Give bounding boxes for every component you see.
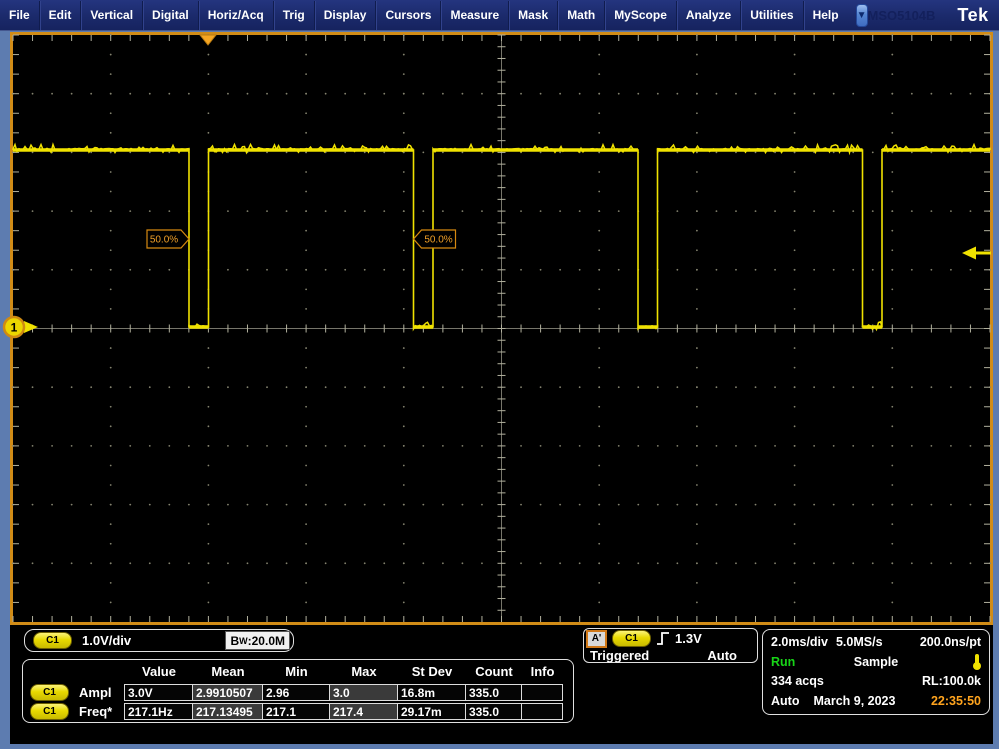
cell-value: 3.0V xyxy=(124,684,193,701)
tek-logo: Tek xyxy=(957,4,989,25)
measurement-header-row: Value Mean Min Max St Dev Count Info xyxy=(23,661,573,683)
col-header-info: Info xyxy=(530,664,555,679)
cell-stdev: 16.8m xyxy=(397,684,466,701)
col-header-max: Max xyxy=(351,664,377,679)
measurement-label: C1 Freq* xyxy=(23,703,125,720)
readout-panel: C1 1.0V/div B W:20.0M Value Mean Min Max … xyxy=(10,625,993,744)
menu-item-math[interactable]: Math xyxy=(557,0,604,30)
channel-badge: C1 xyxy=(612,630,651,647)
menu-item-utilities[interactable]: Utilities xyxy=(740,0,802,30)
channel-badge: C1 xyxy=(30,703,69,720)
cell-count: 335.0 xyxy=(465,684,522,701)
trigger-source-badge: A' xyxy=(586,629,607,648)
cell-mean: 217.13495 xyxy=(192,703,263,720)
menu-item-mask[interactable]: Mask xyxy=(508,0,557,30)
table-row: C1 Freq* 217.1Hz 217.13495 217.1 217.4 2… xyxy=(23,702,573,721)
cell-max: 3.0 xyxy=(329,684,398,701)
oscilloscope-window: File Edit Vertical Digital Horiz/Acq Tri… xyxy=(0,0,999,749)
ref-level-flag-left[interactable]: 50.0% xyxy=(146,229,190,249)
menu-item-help[interactable]: Help xyxy=(802,0,848,30)
acquisition-count-row: 334 acqs RL:100.0k xyxy=(771,673,981,689)
menu-item-edit[interactable]: Edit xyxy=(38,0,81,30)
svg-text:50.0%: 50.0% xyxy=(424,235,452,246)
menu-item-trig[interactable]: Trig xyxy=(272,0,314,30)
cell-value: 217.1Hz xyxy=(124,703,193,720)
col-header-stdev: St Dev xyxy=(411,664,453,679)
trigger-mode-auto: Auto xyxy=(771,693,800,708)
menu-item-measure[interactable]: Measure xyxy=(440,0,508,30)
menu-item-vertical[interactable]: Vertical xyxy=(80,0,142,30)
channel-readout[interactable]: C1 1.0V/div B W:20.0M xyxy=(24,629,294,652)
trigger-status-row: Triggered Auto xyxy=(586,647,757,663)
cell-mean: 2.9910507 xyxy=(192,684,263,701)
timebase: 2.0ms/div xyxy=(771,635,828,649)
channel-scale: 1.0V/div xyxy=(82,633,132,648)
time: 22:35:50 xyxy=(930,693,981,708)
acq-mode: Sample xyxy=(853,654,899,669)
col-header-count: Count xyxy=(475,664,513,679)
cell-info xyxy=(521,684,563,701)
menu-item-file[interactable]: File xyxy=(0,1,39,30)
thermometer-icon xyxy=(972,653,981,670)
date: March 9, 2023 xyxy=(813,693,896,708)
cell-min: 217.1 xyxy=(262,703,330,720)
resolution: 200.0ns/pt xyxy=(919,635,981,649)
trigger-position-marker[interactable] xyxy=(198,34,218,46)
measurement-label: C1 Ampl xyxy=(23,684,125,701)
sample-rate: 5.0MS/s xyxy=(835,635,883,649)
menu-item-digital[interactable]: Digital xyxy=(142,0,198,30)
channel-1-marker[interactable]: 1 xyxy=(2,315,38,339)
rising-edge-icon xyxy=(657,632,669,645)
acquisitions: 334 acqs xyxy=(771,674,824,689)
col-header-min: Min xyxy=(285,664,308,679)
trigger-level-marker[interactable] xyxy=(962,246,991,260)
svg-text:50.0%: 50.0% xyxy=(150,235,178,246)
menu-item-analyze[interactable]: Analyze xyxy=(675,0,740,30)
col-header-value: Value xyxy=(142,664,176,679)
trigger-state: Triggered xyxy=(590,647,650,663)
table-row: C1 Ampl 3.0V 2.9910507 2.96 3.0 16.8m 33… xyxy=(23,683,573,702)
graticule-and-trace: 1 50.0% 50.0% xyxy=(2,34,991,622)
acquisition-state-row: Run Sample xyxy=(771,653,981,670)
horizontal-readout[interactable]: 2.0ms/div 5.0MS/s 200.0ns/pt Run Sample … xyxy=(762,629,990,715)
trigger-readout[interactable]: A' C1 1.3V Triggered Auto xyxy=(583,628,758,663)
channel-badge: C1 xyxy=(30,684,69,701)
trigger-level: 1.3V xyxy=(675,631,702,646)
cell-info xyxy=(521,703,563,720)
menu-item-myscope[interactable]: MyScope xyxy=(604,0,676,30)
svg-text:1: 1 xyxy=(11,321,18,335)
waveform-display: 1 50.0% 50.0% xyxy=(2,32,993,625)
menu-item-display[interactable]: Display xyxy=(313,0,376,30)
ref-level-flag-right[interactable]: 50.0% xyxy=(412,229,457,249)
timebase-row: 2.0ms/div 5.0MS/s 200.0ns/pt xyxy=(771,634,981,650)
measurement-table: Value Mean Min Max St Dev Count Info C1 … xyxy=(22,659,574,723)
cell-stdev: 29.17m xyxy=(397,703,466,720)
col-header-mean: Mean xyxy=(211,664,245,679)
menu-item-cursors[interactable]: Cursors xyxy=(375,0,440,30)
measurement-name: Freq* xyxy=(79,704,113,719)
bandwidth-readout: B W:20.0M xyxy=(225,631,290,650)
trigger-mode: Auto xyxy=(707,647,737,663)
cell-max: 217.4 xyxy=(329,703,398,720)
menu-dropdown-button[interactable]: ▼ xyxy=(855,3,868,27)
model-label: MSO5104B xyxy=(867,7,936,23)
trigger-settings-row: A' C1 1.3V xyxy=(586,629,757,648)
datetime-row: Auto March 9, 2023 22:35:50 xyxy=(771,693,981,709)
cell-count: 335.0 xyxy=(465,703,522,720)
menu-item-horiz-acq[interactable]: Horiz/Acq xyxy=(197,0,273,30)
cell-min: 2.96 xyxy=(262,684,330,701)
chevron-down-icon: ▼ xyxy=(856,9,867,21)
measurement-name: Ampl xyxy=(79,685,112,700)
channel-badge[interactable]: C1 xyxy=(33,632,72,649)
record-length: RL:100.0k xyxy=(921,674,981,689)
menu-bar: File Edit Vertical Digital Horiz/Acq Tri… xyxy=(0,0,999,31)
